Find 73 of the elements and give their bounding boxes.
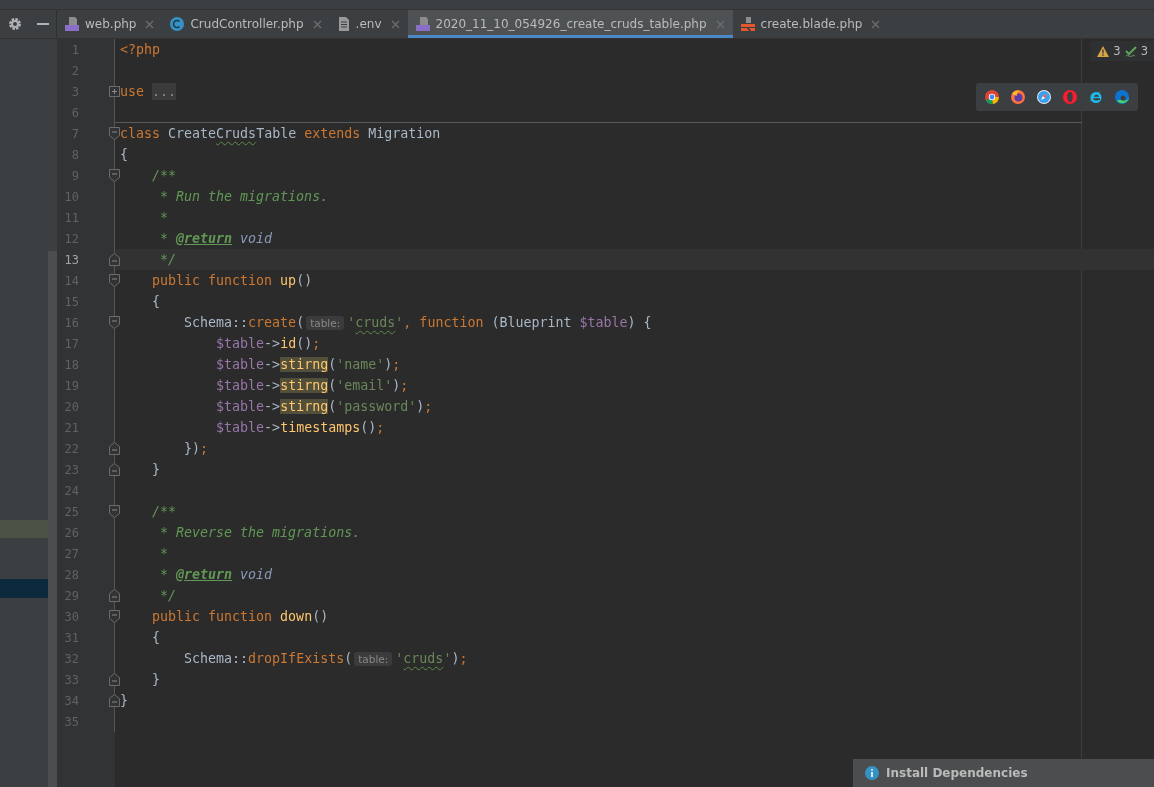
code-line: } (151, 461, 161, 479)
code-line: */ (159, 251, 177, 269)
fold-icon[interactable] (109, 127, 120, 140)
warning-count: 3 (1113, 44, 1121, 58)
close-icon[interactable] (390, 19, 400, 29)
close-icon[interactable] (715, 19, 725, 29)
code-line: class CreateCrudsTable extends Migration (119, 125, 441, 143)
editor-tab[interactable]: 2020_11_10_054926_create_cruds_table.php (407, 10, 733, 38)
fold-icon[interactable] (109, 589, 120, 602)
code-line: { (151, 629, 161, 647)
info-icon (865, 766, 879, 780)
fold-icon[interactable] (109, 505, 120, 518)
notification[interactable]: Install Dependencies (853, 759, 1154, 787)
browser-icon[interactable] (1088, 89, 1104, 105)
check-icon (1124, 45, 1137, 57)
minimize-icon[interactable] (36, 22, 49, 26)
settings-icon[interactable] (7, 17, 22, 31)
fold-icon[interactable] (109, 169, 120, 182)
code-line: <?php (119, 41, 161, 59)
file-icon (336, 16, 351, 32)
code-line: { (151, 293, 161, 311)
code-line: $table->stirng('name'); (215, 356, 401, 374)
fold-icon[interactable] (109, 463, 120, 476)
code-line: * @return void (159, 230, 273, 248)
fold-icon[interactable] (109, 274, 120, 287)
browser-icon[interactable] (1010, 89, 1026, 105)
code-line: * Reverse the migrations. (159, 524, 361, 542)
row-highlight (0, 579, 48, 598)
php-file-icon (414, 16, 431, 32)
code-line: /** (151, 503, 177, 521)
close-icon[interactable] (871, 19, 881, 29)
fold-icon[interactable] (109, 316, 120, 329)
code-line: * (159, 209, 169, 227)
code-line: /** (151, 167, 177, 185)
line-number: 13 (63, 252, 79, 267)
code-line: Schema::dropIfExists( table: 'cruds'); (183, 650, 468, 668)
php-file-icon (64, 16, 80, 32)
browser-icon[interactable] (984, 89, 1000, 105)
fold-icon[interactable] (109, 253, 120, 266)
fold-icon[interactable] (109, 673, 120, 686)
editor-tab[interactable]: CrudController.php (162, 10, 330, 38)
code-line: $table->stirng('password'); (215, 398, 433, 416)
code-line: }); (183, 440, 209, 458)
warning-icon (1097, 45, 1110, 57)
code-line: public function down() (151, 608, 329, 626)
code-line: $table->id(); (215, 335, 321, 353)
code-line: { (119, 146, 128, 164)
code-line: } (151, 671, 161, 689)
close-icon[interactable] (312, 19, 322, 29)
inspection-widget[interactable]: 3 3 (1091, 41, 1154, 61)
editor-tab[interactable]: create.blade.php (732, 10, 889, 38)
fold-icon[interactable] (109, 694, 120, 707)
fold-icon[interactable] (109, 442, 120, 455)
code-line: } (119, 692, 128, 710)
fold-icon[interactable] (109, 610, 120, 623)
browser-icon[interactable] (1036, 89, 1052, 105)
code-line: $table->timestamps(); (215, 419, 385, 437)
code-line: public function up() (151, 272, 313, 290)
editor-tab[interactable]: .env (329, 10, 408, 38)
editor-tab[interactable]: web.php (57, 10, 163, 38)
class-icon (169, 16, 186, 32)
code-line: $table->stirng('email'); (215, 377, 409, 395)
expand-icon[interactable] (109, 86, 120, 97)
close-icon[interactable] (145, 19, 155, 29)
notification-text: Install Dependencies (886, 766, 1028, 780)
code-line: * (159, 545, 169, 563)
code-line: * @return void (159, 566, 273, 584)
blade-file-icon (739, 16, 756, 32)
browser-icon[interactable] (1114, 89, 1130, 105)
passed-count: 3 (1140, 44, 1148, 58)
scrollbar[interactable] (48, 251, 57, 787)
code-line: */ (159, 587, 177, 605)
code-line: * Run the migrations. (159, 188, 329, 206)
